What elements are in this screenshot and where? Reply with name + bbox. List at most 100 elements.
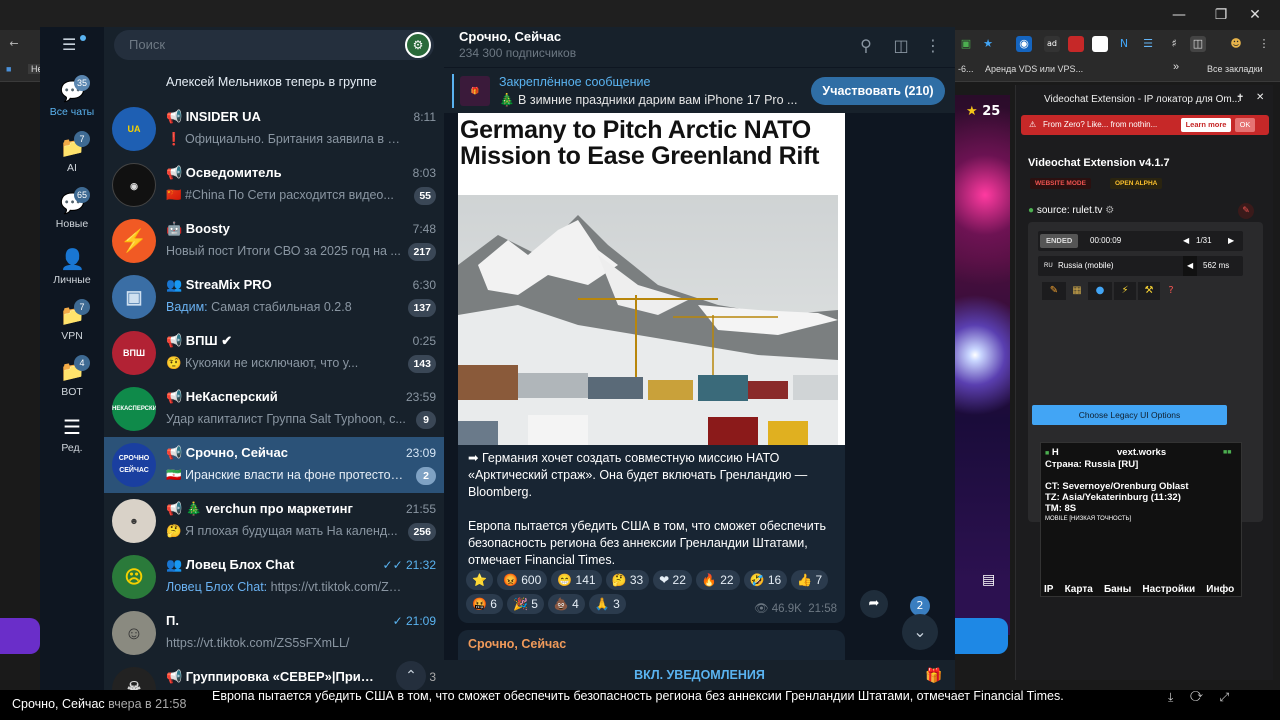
folder-vpn[interactable]: 📁 7 VPN [40,299,104,342]
chat-list-item[interactable]: ▣ 👥 StreaMix PRO 6:30 Вадим: Самая стаби… [104,269,444,325]
legacy-ui-button[interactable]: Choose Legacy UI Options [1032,405,1227,425]
folder-new[interactable]: 💬 65 Новые [40,187,104,230]
reaction-chip[interactable]: 🤔 33 [605,570,650,590]
reaction-chip[interactable]: 🎉 5 [506,594,544,614]
chat-list-item[interactable]: ☹ 👥 Ловец Блох Chat ✓✓ 21:32 Ловец Блох … [104,549,444,605]
chat-list-item[interactable]: UA 📢 INSIDER UA 8:11 ❗ Официально. Брита… [104,101,444,157]
info-ct: CT: Severnoye/Orenburg Oblast [1045,481,1189,492]
bookmark-star-icon[interactable]: ★ [980,36,996,52]
reaction-chip[interactable]: 👍 7 [791,570,829,590]
close-panel-icon[interactable]: ✕ [1256,92,1264,103]
info-site[interactable]: vext.works [1117,447,1166,458]
reaction-chip[interactable]: 😁 141 [551,570,602,590]
reaction-chip[interactable]: 🔥 22 [695,570,740,590]
gift-icon[interactable]: ▤ [982,572,1000,590]
preview-text: Самая стабильная 0.2.8 [207,300,352,314]
latency-prev-icon[interactable]: ◀ [1183,256,1198,276]
learn-more-button[interactable]: Learn more [1181,118,1231,132]
participate-button[interactable]: Участвовать (210) [811,77,945,105]
ok-button[interactable]: OK [1235,118,1255,132]
minimize-icon[interactable]: — [1164,4,1194,26]
tab-ip[interactable]: IP [1044,584,1053,595]
bolt-icon[interactable]: ⚡ [1114,282,1136,300]
next-arrow-icon[interactable]: ▶ [1228,231,1234,251]
status-avatar-icon[interactable]: ⚙ [405,32,431,58]
image-icon[interactable]: ▦ [1066,282,1088,300]
menu-dots-icon[interactable]: ⋮ [1256,36,1272,52]
folder-bot[interactable]: 📁 4 BOT [40,355,104,398]
reaction-chip[interactable]: ❤ 22 [653,570,692,590]
chat-list-item-selected[interactable]: СРОЧНО СЕЙЧАС 📢 Срочно, Сейчас 23:09 🇮🇷 И… [104,437,444,493]
back-icon[interactable]: ← [6,36,22,52]
promo-banner: ⚠ From Zero? Like... from nothin... Lear… [1021,115,1269,135]
ext-icon-4[interactable] [1092,36,1108,52]
folder-ai[interactable]: 📁 7 AI [40,131,104,174]
reaction-chip[interactable]: 💩 4 [547,594,585,614]
shield-ext-icon[interactable]: ◉ [1016,36,1032,52]
chat-list-item-partial[interactable]: Алексей Мельников теперь в группе [104,57,444,93]
profile-icon[interactable]: ☻ [1228,36,1244,52]
chat-title[interactable]: Срочно, Сейчас [459,29,561,44]
chat-list-item[interactable]: ☺ П. ✓ 21:09 https://vt.tiktok.com/ZS5sF… [104,605,444,661]
chat-time: 7:48 [412,222,436,236]
reaction-chip[interactable]: ⭐ [466,570,493,590]
color-picker-icon[interactable]: ✎ [1238,203,1254,219]
sidebar-toggle-icon[interactable]: ◫ [890,35,912,57]
close-window-icon[interactable]: ✕ [1240,4,1270,26]
help-icon[interactable]: ? [1162,282,1180,300]
prev-arrow-icon[interactable]: ◀ [1183,231,1189,251]
reaction-chip[interactable]: 🙏 3 [588,594,626,614]
sidepanel-icon[interactable]: ◫ [1190,36,1206,52]
folder-edit[interactable]: ☰ Ред. [40,417,104,454]
enable-notifications-button[interactable]: ВКЛ. УВЕДОМЛЕНИЯ 🎁 [444,660,955,690]
bookmark-3[interactable]: Аренда VDS или VPS... [985,64,1083,74]
hamburger-menu-icon[interactable]: ☰ [62,37,82,53]
scroll-down-icon[interactable]: ⌄ [902,614,938,650]
chat-time: 8:11 [413,110,436,124]
tab-map[interactable]: Карта [1065,584,1093,595]
download-icon[interactable]: ⤓ [1168,690,1173,704]
scroll-up-icon[interactable]: ⌃ [396,661,426,690]
rotate-icon[interactable]: ⟳ [1190,690,1203,704]
bookmarks-more[interactable]: » [1173,61,1179,73]
gift-icon[interactable]: 🎁 [925,667,942,683]
reaction-chip[interactable]: 🤬 6 [466,594,503,614]
reaction-chip[interactable]: 🤣 16 [743,570,788,590]
chat-list-item[interactable]: ◉ 📢 Осведомитель 8:03 🇨🇳 #China По Сети … [104,157,444,213]
pinned-message-bar[interactable]: 🎁 Закреплённое сообщение 🎄 В зимние праз… [444,67,955,113]
chat-list-item[interactable]: ☻ 📢 🎄 verchun про маркетинг 21:55 🤔 Я пл… [104,493,444,549]
all-bookmarks[interactable]: Все закладки [1207,64,1263,74]
folder-all-chats[interactable]: 💬 35 Все чаты [40,75,104,118]
extension-icon[interactable]: ▣ [958,36,974,52]
ext-icon-2[interactable]: ad [1044,36,1060,52]
search-input[interactable]: Поиск [114,30,434,60]
bookmark-2[interactable]: -6... [958,64,974,74]
tab-bans[interactable]: Баны [1104,584,1131,595]
share-icon[interactable]: ➦ [860,590,888,618]
chat-list-item[interactable]: ⚡ 🤖 Boosty 7:48 Новый пост Итоги СВО за … [104,213,444,269]
settings-gear-icon[interactable]: ⚙ [1105,205,1114,216]
puzzle-icon[interactable]: ♯ [1166,36,1182,52]
chat-list-item[interactable]: ☠ 📢 Группировка «СЕВЕР»|Приграничье 3 [104,661,444,690]
more-menu-icon[interactable]: ⋮ [922,35,944,57]
chat-list-item[interactable]: НЕКАСПЕРСКИЙ 📢 НеКасперский 23:59 Удар к… [104,381,444,437]
fullscreen-icon[interactable]: ⤢ [1220,690,1230,704]
brush-icon[interactable]: ✎ [1042,282,1066,300]
folder-personal[interactable]: 👤 Личные [40,249,104,286]
circle-icon[interactable]: ● [1088,282,1112,300]
restore-icon[interactable]: ❐ [1206,4,1236,26]
pin-icon[interactable]: ✝ [1236,93,1244,104]
ext-icon-6[interactable]: ☰ [1140,36,1156,52]
bookmark-icon[interactable]: ■ [6,64,11,74]
ext-icon-5[interactable]: N [1116,36,1132,52]
reaction-chip[interactable]: 😡 600 [496,570,548,590]
tab-info[interactable]: Инфо [1206,584,1234,595]
tools-icon[interactable]: ⚒ [1138,282,1160,300]
post-image[interactable]: Germany to Pitch Arctic NATO Mission to … [458,113,845,445]
pinned-thumbnail: 🎁 [460,76,490,106]
search-icon[interactable]: ⚲ [855,35,877,57]
tab-settings[interactable]: Настройки [1142,584,1195,595]
unread-badge: 256 [408,523,436,541]
ext-icon-3[interactable] [1068,36,1084,52]
chat-list-item[interactable]: ВПШ 📢 ВПШ ✔ 0:25 🤨 Кукояки не исключают,… [104,325,444,381]
